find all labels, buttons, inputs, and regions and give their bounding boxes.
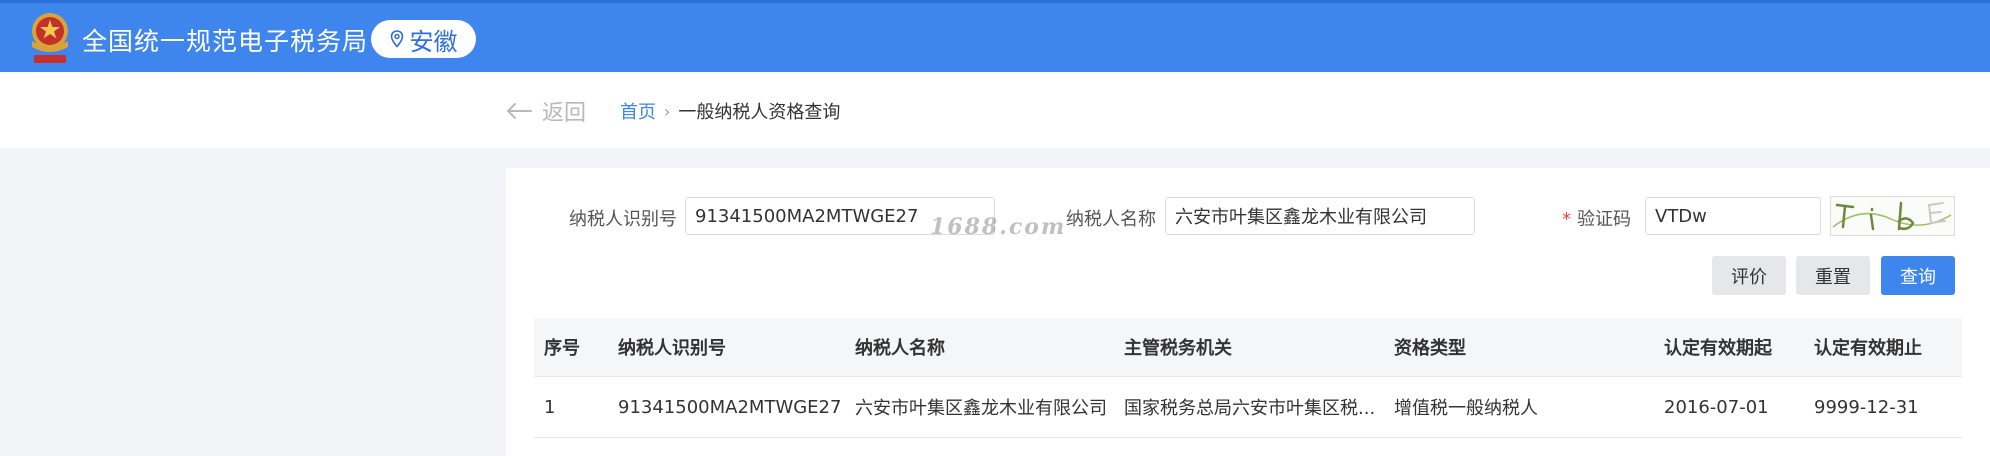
captcha-input[interactable] xyxy=(1645,197,1821,235)
cell-valid-to: 9999-12-31 xyxy=(1814,396,1919,418)
breadcrumb: 首页 › 一般纳税人资格查询 xyxy=(620,98,840,124)
query-button[interactable]: 查询 xyxy=(1881,256,1955,295)
result-table: 序号 纳税人识别号 纳税人名称 主管税务机关 资格类型 认定有效期起 认定有效期… xyxy=(534,318,1962,438)
table-row: 1 91341500MA2MTWGE27 六安市叶集区鑫龙木业有限公司 国家税务… xyxy=(534,377,1962,438)
col-header-tax-authority: 主管税务机关 xyxy=(1124,338,1232,359)
col-header-taxpayer-id: 纳税人识别号 xyxy=(618,338,726,359)
evaluate-button[interactable]: 评价 xyxy=(1712,256,1786,295)
taxpayer-name-label: 纳税人名称 xyxy=(1066,209,1156,230)
col-header-valid-to: 认定有效期止 xyxy=(1814,338,1922,359)
cell-taxpayer-name: 六安市叶集区鑫龙木业有限公司 xyxy=(855,398,1107,419)
breadcrumb-current: 一般纳税人资格查询 xyxy=(678,102,841,123)
location-pin-icon xyxy=(390,30,403,48)
taxpayer-name-input[interactable] xyxy=(1165,197,1475,235)
reset-button[interactable]: 重置 xyxy=(1796,256,1870,295)
col-header-valid-from: 认定有效期起 xyxy=(1664,338,1772,359)
col-header-qualification-type: 资格类型 xyxy=(1394,338,1466,359)
cell-valid-from: 2016-07-01 xyxy=(1664,396,1769,418)
required-mark: * xyxy=(1562,209,1571,230)
region-selector[interactable]: 安徽 xyxy=(371,20,476,58)
captcha-label-wrap: * 验证码 xyxy=(1562,205,1631,231)
breadcrumb-separator: › xyxy=(664,101,671,121)
captcha-image[interactable] xyxy=(1830,196,1955,236)
region-label: 安徽 xyxy=(409,27,458,56)
taxpayer-id-label: 纳税人识别号 xyxy=(569,209,677,230)
col-header-taxpayer-name: 纳税人名称 xyxy=(855,338,945,359)
tax-emblem-icon xyxy=(32,13,68,63)
back-button[interactable]: 返回 xyxy=(506,95,586,127)
table-header: 序号 纳税人识别号 纳税人名称 主管税务机关 资格类型 认定有效期起 认定有效期… xyxy=(534,318,1962,377)
query-panel: 纳税人识别号 纳税人名称 *验证码 1688.com 评价 重置 查询 序号 纳… xyxy=(506,168,1990,456)
breadcrumb-home-link[interactable]: 首页 xyxy=(620,98,656,124)
cell-index: 1 xyxy=(544,396,556,418)
col-header-index: 序号 xyxy=(544,338,580,359)
captcha-label: 验证码 xyxy=(1577,209,1631,230)
taxpayer-id-input[interactable] xyxy=(685,197,995,235)
back-label: 返回 xyxy=(542,101,587,126)
cell-taxpayer-id: 91341500MA2MTWGE27 xyxy=(618,396,842,418)
site-title: 全国统一规范电子税务局 xyxy=(82,27,369,56)
top-header-bar: 全国统一规范电子税务局 安徽 xyxy=(0,0,1990,72)
breadcrumb-bar: 返回 首页 › 一般纳税人资格查询 xyxy=(0,72,1990,148)
captcha-glyphs xyxy=(1832,201,1952,231)
cell-tax-authority: 国家税务总局六安市叶集区税... xyxy=(1124,398,1374,419)
arrow-left-icon xyxy=(507,103,532,119)
cell-qualification-type: 增值税一般纳税人 xyxy=(1394,398,1538,419)
